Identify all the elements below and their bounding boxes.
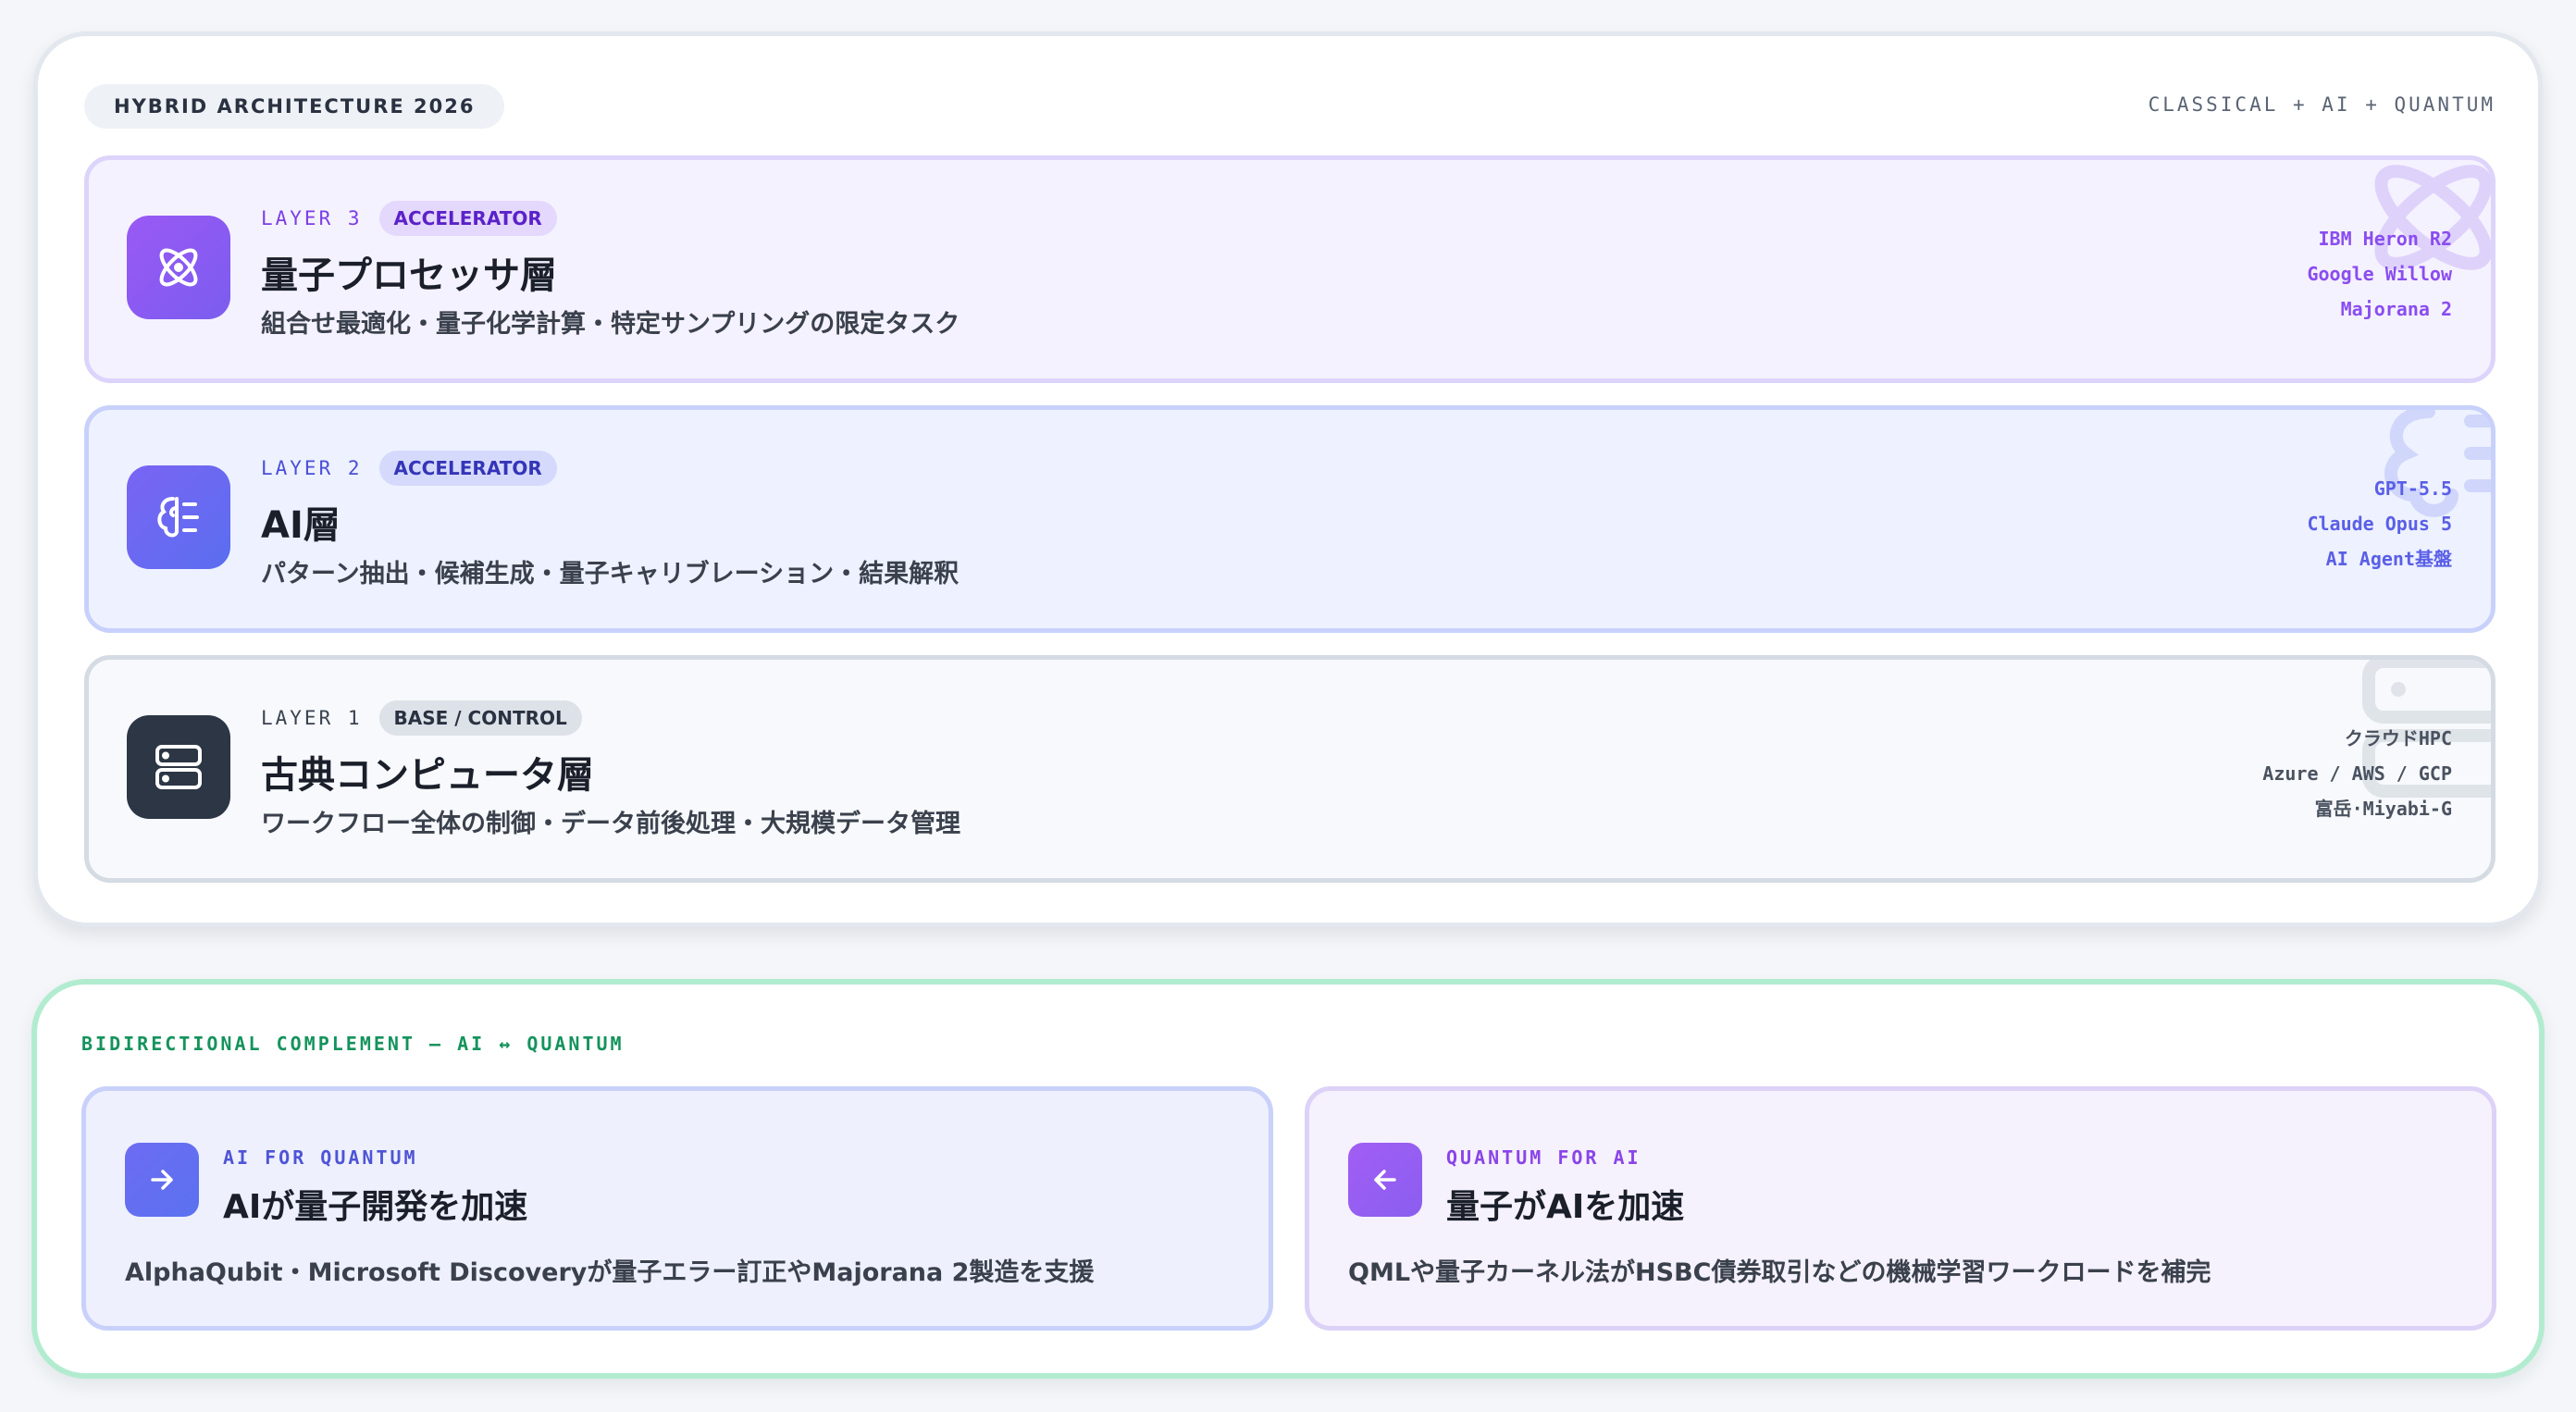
card-ai-for-quantum: AI FOR QUANTUM AIが量子開発を加速 AlphaQubit・Mic… — [81, 1086, 1273, 1331]
layer-title: AI層 — [261, 504, 341, 547]
layer-description: 組合せ最適化・量子化学計算・特定サンプリングの限定タスク — [261, 310, 960, 339]
layer-examples: GPT-5.5 Claude Opus 5 AI Agent基盤 — [2307, 471, 2452, 576]
layer-examples: クラウドHPC Azure / AWS / GCP 富岳·Miyabi-G — [2262, 721, 2452, 826]
layer-number: LAYER 2 — [261, 457, 363, 479]
layer-badge: ACCELERATOR — [378, 451, 557, 486]
architecture-panel: HYBRID ARCHITECTURE 2026 CLASSICAL + AI … — [33, 31, 2543, 927]
layer-example: Majorana 2 — [2340, 298, 2452, 320]
layer-example: クラウドHPC — [2344, 727, 2452, 749]
layer-tag-row: LAYER 1 BASE / CONTROL — [261, 700, 582, 736]
layer-example: Google Willow — [2307, 263, 2452, 285]
complement-label: BIDIRECTIONAL COMPLEMENT — AI ↔ QUANTUM — [81, 1033, 625, 1055]
layer-examples: IBM Heron R2 Google Willow Majorana 2 — [2307, 221, 2452, 327]
layer-example: Azure / AWS / GCP — [2262, 762, 2452, 785]
layer-classical: LAYER 1 BASE / CONTROL 古典コンピュータ層 ワークフロー全… — [84, 655, 2496, 883]
layer-description: パターン抽出・候補生成・量子キャリブレーション・結果解釈 — [261, 560, 960, 588]
arrow-right-icon — [125, 1143, 199, 1217]
brain-icon — [127, 465, 230, 569]
complement-panel: BIDIRECTIONAL COMPLEMENT — AI ↔ QUANTUM … — [31, 979, 2545, 1379]
card-title: 量子がAIを加速 — [1446, 1188, 1685, 1226]
layer-example: AI Agent基盤 — [2325, 548, 2452, 570]
layer-title: 古典コンピュータ層 — [261, 754, 594, 797]
card-description: QMLや量子カーネル法がHSBC債券取引などの機械学習ワークロードを補完 — [1348, 1258, 2211, 1287]
layer-title: 量子プロセッサ層 — [261, 254, 557, 297]
layer-badge: BASE / CONTROL — [378, 700, 582, 736]
layer-example: Claude Opus 5 — [2307, 513, 2452, 535]
card-tag: AI FOR QUANTUM — [223, 1146, 418, 1169]
layer-example: GPT-5.5 — [2373, 477, 2452, 500]
layer-badge: ACCELERATOR — [378, 201, 557, 236]
layer-example: IBM Heron R2 — [2318, 228, 2453, 250]
layer-number: LAYER 3 — [261, 207, 363, 229]
architecture-pill: HYBRID ARCHITECTURE 2026 — [84, 84, 505, 129]
layer-ai: LAYER 2 ACCELERATOR AI層 パターン抽出・候補生成・量子キャ… — [84, 405, 2496, 633]
layer-example: 富岳·Miyabi-G — [2314, 798, 2452, 820]
layer-quantum: LAYER 3 ACCELERATOR 量子プロセッサ層 組合せ最適化・量子化学… — [84, 155, 2496, 383]
server-icon — [127, 715, 230, 819]
card-tag: QUANTUM FOR AI — [1446, 1146, 1641, 1169]
architecture-subtitle: CLASSICAL + AI + QUANTUM — [2148, 93, 2496, 116]
layer-number: LAYER 1 — [261, 707, 363, 729]
card-description: AlphaQubit・Microsoft Discoveryが量子エラー訂正やM… — [125, 1258, 1095, 1287]
layer-tag-row: LAYER 2 ACCELERATOR — [261, 451, 557, 486]
card-quantum-for-ai: QUANTUM FOR AI 量子がAIを加速 QMLや量子カーネル法がHSBC… — [1305, 1086, 2496, 1331]
layer-tag-row: LAYER 3 ACCELERATOR — [261, 201, 557, 236]
atom-icon — [127, 216, 230, 319]
card-title: AIが量子開発を加速 — [223, 1188, 528, 1226]
arrow-left-icon — [1348, 1143, 1422, 1217]
layer-description: ワークフロー全体の制御・データ前後処理・大規模データ管理 — [261, 810, 960, 838]
